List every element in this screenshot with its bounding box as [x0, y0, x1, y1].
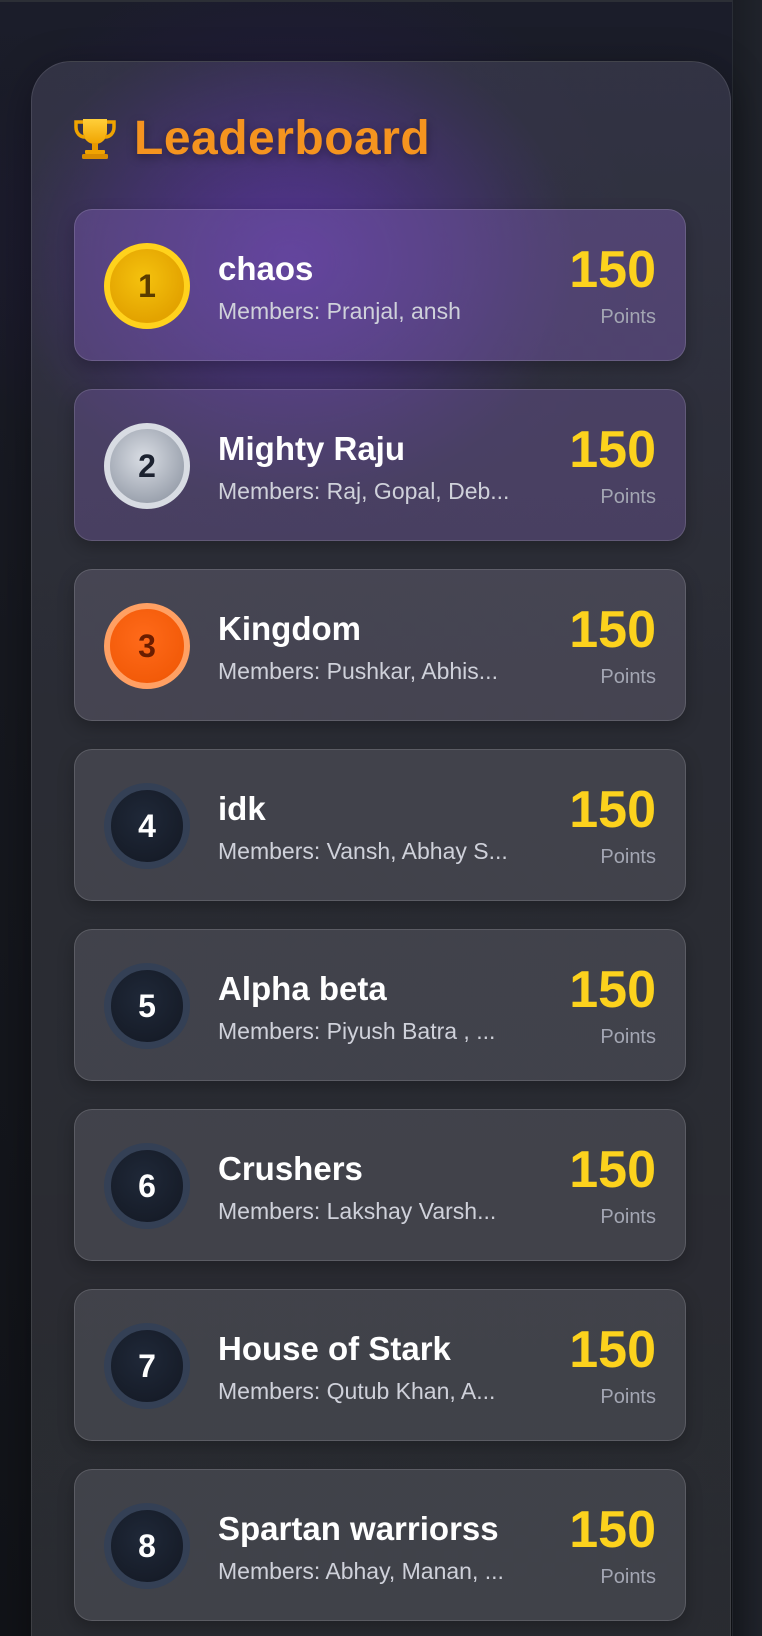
rank-badge: 5 — [104, 963, 190, 1049]
leaderboard-row[interactable]: 5 Alpha beta Members: Piyush Batra , ...… — [74, 929, 686, 1081]
top-border — [0, 0, 762, 2]
team-members: Members: Lakshay Varsh... — [218, 1198, 497, 1224]
rank-badge-silver: 2 — [104, 423, 190, 509]
team-score: 150 — [569, 241, 656, 299]
team-score: 150 — [569, 1501, 656, 1559]
team-score: 150 — [569, 1141, 656, 1199]
team-members: Members: Pushkar, Abhis... — [218, 658, 498, 684]
right-scroll-strip — [732, 0, 762, 1636]
team-members: Members: Abhay, Manan, ... — [218, 1558, 504, 1584]
rank-badge-gold: 1 — [104, 243, 190, 329]
leaderboard-row[interactable]: 4 idk Members: Vansh, Abhay S... 150 Poi… — [74, 749, 686, 901]
team-score: 150 — [569, 601, 656, 659]
team-name: Crushers — [218, 1150, 363, 1187]
score-label: Points — [600, 486, 656, 508]
rank-badge: 7 — [104, 1323, 190, 1409]
leaderboard-row[interactable]: 7 House of Stark Members: Qutub Khan, A.… — [74, 1289, 686, 1441]
leaderboard-row[interactable]: 6 Crushers Members: Lakshay Varsh... 150… — [74, 1109, 686, 1261]
team-name: Mighty Raju — [218, 430, 405, 467]
leaderboard-header: Leaderboard — [74, 108, 430, 168]
team-score: 150 — [569, 421, 656, 479]
team-members: Members: Piyush Batra , ... — [218, 1018, 496, 1044]
score-label: Points — [600, 666, 656, 688]
team-members: Members: Qutub Khan, A... — [218, 1378, 496, 1404]
team-score: 150 — [569, 961, 656, 1019]
rank-badge: 8 — [104, 1503, 190, 1589]
score-label: Points — [600, 1386, 656, 1408]
score-label: Points — [600, 1566, 656, 1588]
team-name: Kingdom — [218, 610, 361, 647]
leaderboard-row[interactable]: 3 Kingdom Members: Pushkar, Abhis... 150… — [74, 569, 686, 721]
leaderboard-list: 1 chaos Members: Pranjal, ansh 150 Point… — [74, 209, 686, 1636]
score-label: Points — [600, 1206, 656, 1228]
page-title: Leaderboard — [134, 111, 431, 165]
team-name: House of Stark — [218, 1330, 451, 1367]
team-members: Members: Raj, Gopal, Deb... — [218, 478, 510, 504]
team-name: idk — [218, 790, 266, 827]
score-label: Points — [600, 1026, 656, 1048]
team-members: Members: Pranjal, ansh — [218, 298, 461, 324]
leaderboard-row[interactable]: 2 Mighty Raju Members: Raj, Gopal, Deb..… — [74, 389, 686, 541]
team-score: 150 — [569, 1321, 656, 1379]
team-name: chaos — [218, 250, 314, 287]
team-name: Alpha beta — [218, 970, 387, 1007]
leaderboard-row[interactable]: 8 Spartan warriorss Members: Abhay, Mana… — [74, 1469, 686, 1621]
page: Leaderboard 1 chaos Members: Pranjal, an… — [0, 0, 762, 1636]
score-label: Points — [600, 306, 656, 328]
rank-badge-bronze: 3 — [104, 603, 190, 689]
score-label: Points — [600, 846, 656, 868]
team-name: Spartan warriorss — [218, 1510, 499, 1547]
rank-badge: 4 — [104, 783, 190, 869]
team-members: Members: Vansh, Abhay S... — [218, 838, 508, 864]
team-score: 150 — [569, 781, 656, 839]
trophy-icon — [74, 116, 116, 160]
rank-badge: 6 — [104, 1143, 190, 1229]
leaderboard-row[interactable]: 1 chaos Members: Pranjal, ansh 150 Point… — [74, 209, 686, 361]
